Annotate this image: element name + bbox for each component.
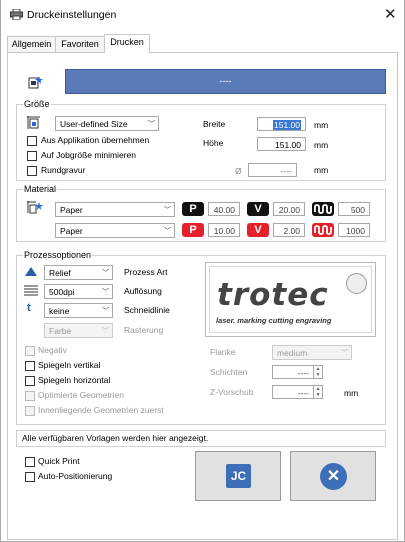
rasterung-select[interactable]: Farbe ﹀	[44, 323, 113, 338]
status-message: Alle verfügbaren Vorlagen werden hier an…	[16, 430, 386, 447]
tab-drucken[interactable]: Drucken	[104, 34, 150, 53]
material-select-2[interactable]: Paper ﹀	[55, 223, 175, 238]
innenliegende-geometrien-checkbox[interactable]	[25, 406, 35, 416]
material-icon	[27, 201, 43, 214]
schichten-spinner-icon[interactable]: ▲ ▼	[314, 365, 323, 379]
power-value-1[interactable]: 40.00	[208, 202, 240, 216]
job-icon	[28, 76, 43, 89]
print-button[interactable]: JC	[195, 451, 281, 501]
optimierte-geometrien-checkbox[interactable]	[25, 391, 35, 401]
velocity-badge-red: V	[247, 223, 269, 237]
ppi-value-1[interactable]: 500	[338, 202, 370, 216]
tab-allgemein[interactable]: Allgemein	[7, 36, 56, 52]
printer-icon	[10, 9, 23, 20]
aufloesung-label: Auflösung	[124, 286, 162, 296]
material-select-1[interactable]: Paper ﹀	[55, 202, 175, 217]
ppi-icon	[312, 202, 334, 216]
auto-positionierung-label: Auto-Positionierung	[38, 471, 113, 481]
spiegeln-horizontal-checkbox[interactable]	[25, 376, 35, 386]
material-title: Material	[23, 184, 58, 195]
rundgravur-label: Rundgravur	[41, 165, 86, 175]
jobgroesse-label: Auf Jobgröße minimieren	[41, 150, 136, 160]
ppi-icon-red	[312, 223, 334, 237]
relief-icon	[25, 267, 37, 276]
flanke-label: Flanke	[210, 347, 236, 357]
aufloesung-select[interactable]: 500dpi ﹀	[44, 284, 113, 299]
trotec-tagline: laser. marking cutting engraving	[216, 316, 332, 325]
trotec-logo-frame: trotec laser. marking cutting engraving	[205, 262, 376, 337]
auto-positionierung-checkbox[interactable]	[25, 472, 35, 482]
chevron-down-icon: ﹀	[164, 207, 171, 214]
rund-unit: mm	[314, 165, 329, 175]
chevron-down-icon: ﹀	[102, 308, 109, 315]
cancel-icon: ✕	[320, 463, 347, 490]
breite-input[interactable]: 151.00	[257, 117, 306, 131]
trotec-logo: trotec laser. marking cutting engraving	[209, 266, 372, 333]
quick-print-checkbox[interactable]	[25, 457, 35, 467]
ppi-value-2[interactable]: 1000	[338, 223, 370, 237]
print-settings-dialog: Druckeinstellungen ✕ Allgemein Favoriten…	[0, 0, 405, 542]
trotec-seal-icon	[346, 273, 367, 294]
zvorschub-spinner-icon[interactable]: ▲ ▼	[314, 385, 323, 399]
velocity-value-1[interactable]: 20.00	[273, 202, 305, 216]
prozess-art-select[interactable]: Relief ﹀	[44, 265, 113, 280]
rasterung-label: Rasterung	[124, 325, 164, 335]
spiegeln-vertikal-checkbox[interactable]	[25, 361, 35, 371]
trotec-wordmark: trotec	[217, 277, 329, 313]
resolution-icon	[24, 285, 38, 296]
power-badge: P	[182, 202, 204, 216]
chevron-down-icon: ﹀	[164, 228, 171, 235]
spiegeln-vertikal-label: Spiegeln vertikal	[38, 360, 101, 370]
chevron-down-icon: ﹀	[102, 289, 109, 296]
size-icon	[27, 116, 40, 129]
velocity-badge: V	[247, 202, 269, 216]
hoehe-input[interactable]: 151.00	[257, 137, 306, 151]
diameter-icon: Ø	[235, 166, 242, 176]
hoehe-unit: mm	[314, 140, 329, 150]
prozess-art-label: Prozess Art	[124, 267, 168, 277]
power-badge-red: P	[182, 223, 204, 237]
groesse-title: Größe	[23, 99, 51, 110]
hoehe-label: Höhe	[203, 138, 224, 148]
window-title: Druckeinstellungen	[27, 9, 117, 21]
tab-favoriten[interactable]: Favoriten	[55, 36, 105, 52]
job-name-bar: ----	[65, 69, 386, 94]
negativ-label: Negativ	[38, 345, 67, 355]
aus-applikation-label: Aus Applikation übernehmen	[41, 135, 150, 145]
zvorschub-label: Z-Vorschub	[210, 387, 254, 397]
innenliegende-geometrien-label: Innenliegende Geometrien zuerst	[38, 405, 164, 415]
rund-diameter-input[interactable]: ----	[248, 163, 297, 177]
spiegeln-horizontal-label: Spiegeln horizontal	[38, 375, 111, 385]
cancel-button[interactable]: ✕	[290, 451, 376, 501]
tab-panel-drucken: ---- Größe User-defined Size ﹀ Breite 151…	[7, 52, 398, 540]
schichten-input[interactable]: ----	[272, 365, 314, 379]
flanke-select[interactable]: medium ﹀	[272, 345, 352, 360]
title-bar: Druckeinstellungen ✕	[1, 0, 404, 30]
aus-applikation-checkbox[interactable]	[27, 136, 37, 146]
jobcontrol-icon: JC	[226, 464, 251, 488]
power-value-2[interactable]: 10.00	[208, 223, 240, 237]
quick-print-label: Quick Print	[38, 456, 80, 466]
breite-unit: mm	[314, 120, 329, 130]
chevron-down-icon: ﹀	[102, 270, 109, 277]
negativ-checkbox[interactable]	[25, 346, 35, 356]
zvorschub-unit: mm	[344, 388, 359, 398]
schneidlinie-label: Schneidlinie	[124, 305, 170, 315]
zvorschub-input[interactable]: ----	[272, 385, 314, 399]
velocity-value-2[interactable]: 2.00	[273, 223, 305, 237]
schichten-label: Schichten	[210, 367, 248, 377]
chevron-down-icon: ﹀	[148, 121, 155, 128]
chevron-down-icon: ﹀	[341, 350, 348, 357]
schneidlinie-select[interactable]: keine ﹀	[44, 303, 113, 318]
jobgroesse-checkbox[interactable]	[27, 151, 37, 161]
breite-label: Breite	[203, 119, 226, 129]
close-icon[interactable]: ✕	[384, 5, 397, 23]
chevron-down-icon: ﹀	[102, 328, 109, 335]
optimierte-geometrien-label: Optimierte Geometrien	[38, 390, 124, 400]
size-preset-select[interactable]: User-defined Size ﹀	[55, 116, 159, 131]
prozess-title: Prozessoptionen	[23, 250, 93, 261]
rundgravur-checkbox[interactable]	[27, 166, 37, 176]
cut-line-icon: t	[27, 302, 31, 314]
